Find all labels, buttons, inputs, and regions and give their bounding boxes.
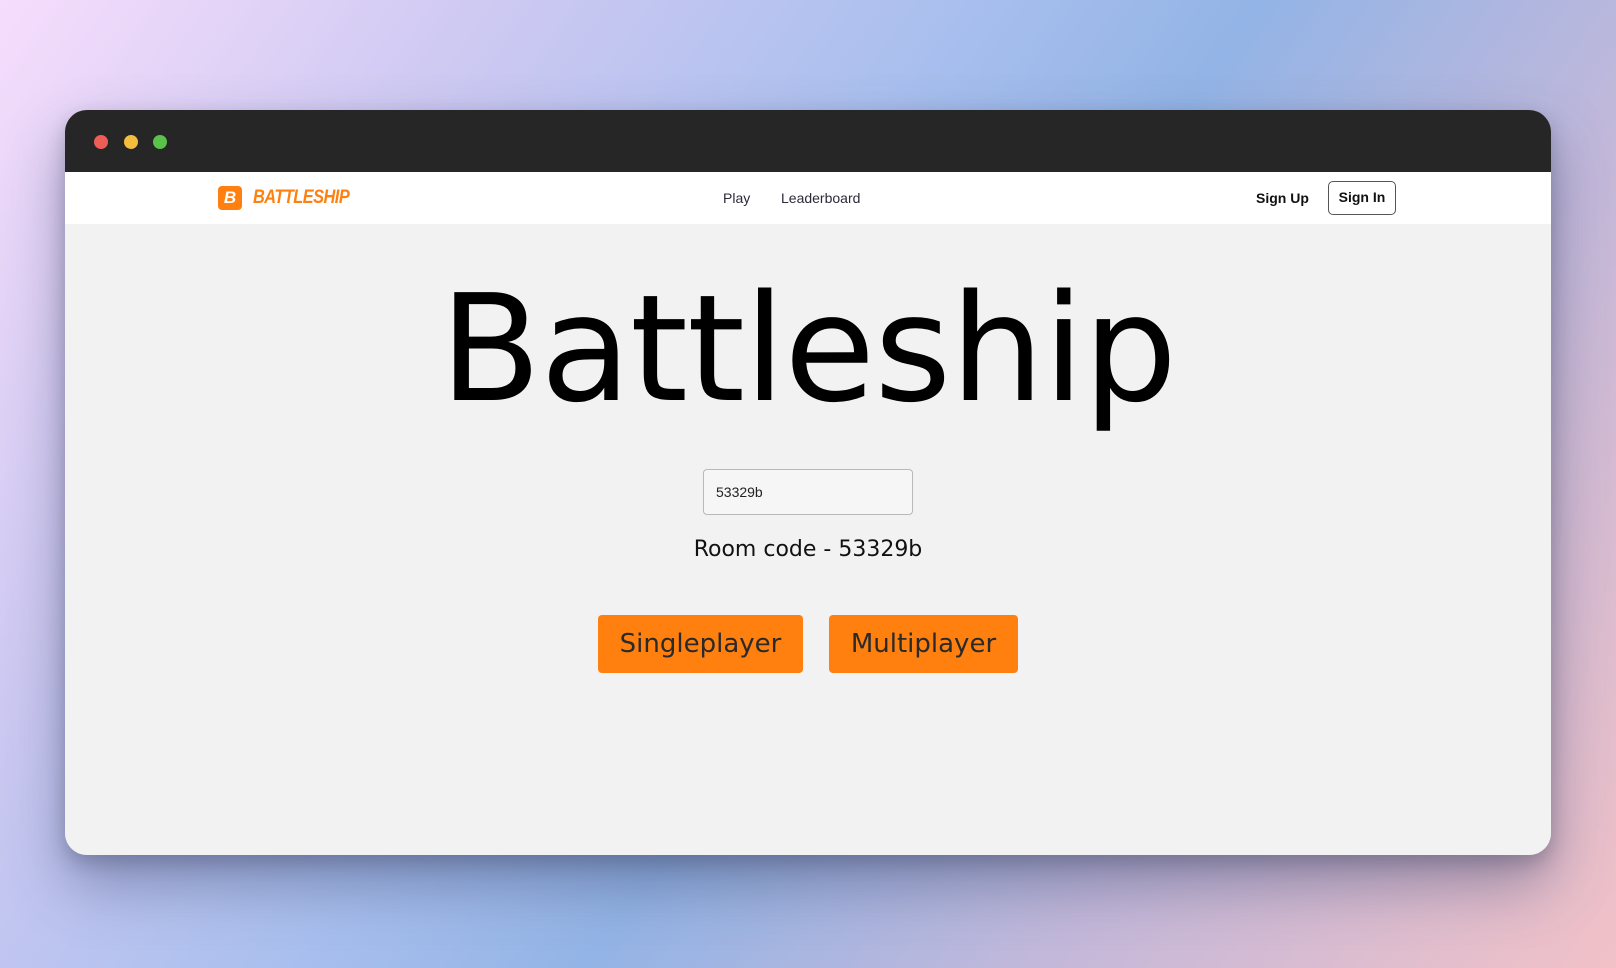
singleplayer-button[interactable]: Singleplayer bbox=[598, 615, 803, 673]
sign-in-button[interactable]: Sign In bbox=[1328, 181, 1396, 215]
nav-link-play[interactable]: Play bbox=[723, 172, 750, 224]
brand-logo-text: BATTLESHIP bbox=[253, 187, 350, 208]
brand-logo[interactable]: B BATTLESHIP bbox=[218, 186, 365, 210]
sign-up-link[interactable]: Sign Up bbox=[1256, 172, 1309, 224]
multiplayer-button[interactable]: Multiplayer bbox=[829, 615, 1018, 673]
room-code-label: Room code - 53329b bbox=[693, 537, 923, 562]
minimize-window-icon[interactable] bbox=[124, 135, 138, 149]
page-title: Battleship bbox=[439, 263, 1177, 435]
room-code-input[interactable] bbox=[703, 469, 913, 515]
main-content: Battleship Room code - 53329b Singleplay… bbox=[65, 224, 1551, 855]
brand-logo-icon: B bbox=[218, 186, 242, 210]
browser-window: B BATTLESHIP Play Leaderboard Sign Up Si… bbox=[65, 110, 1551, 855]
window-titlebar bbox=[65, 110, 1551, 172]
nav-link-leaderboard[interactable]: Leaderboard bbox=[781, 172, 860, 224]
top-navbar: B BATTLESHIP Play Leaderboard Sign Up Si… bbox=[65, 172, 1551, 224]
close-window-icon[interactable] bbox=[94, 135, 108, 149]
maximize-window-icon[interactable] bbox=[153, 135, 167, 149]
